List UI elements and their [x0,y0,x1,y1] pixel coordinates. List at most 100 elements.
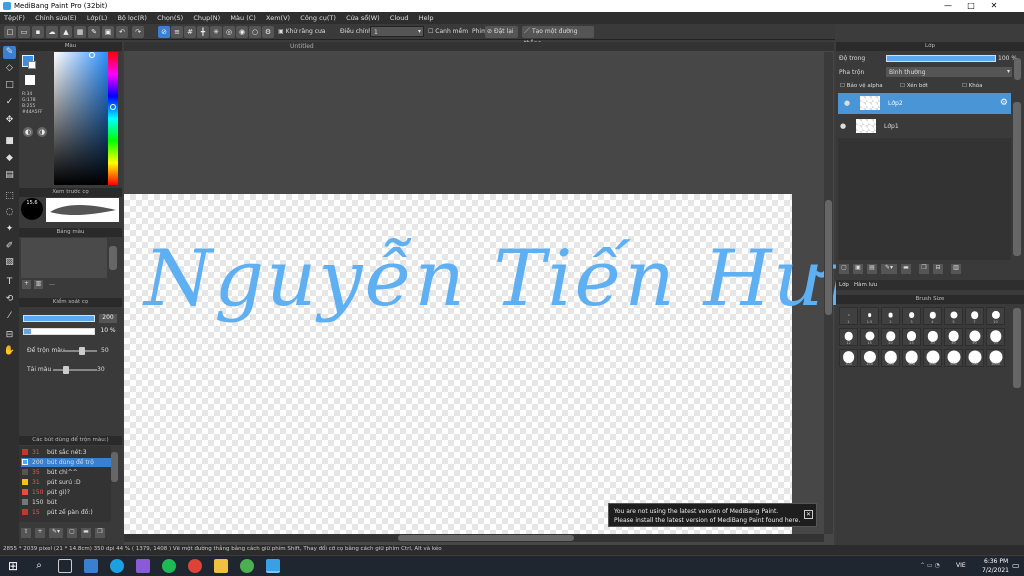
brush-size-option[interactable]: 150 [860,349,879,367]
sv-handle[interactable] [89,52,95,58]
grid-icon[interactable]: ▦ [74,26,86,38]
open-icon[interactable]: ▭ [18,26,30,38]
select-pen-icon[interactable]: ✐ [3,240,16,253]
search-icon[interactable]: ⌕ [32,559,46,573]
brush-size-option[interactable]: 500 [944,349,963,367]
layer-folder-icon[interactable]: ▬ [901,264,911,274]
transparent-swatch[interactable] [25,75,35,85]
brush-size-value[interactable]: 200 [99,314,117,323]
blend-slider-handle[interactable] [79,347,85,355]
lock-checkbox[interactable]: ☐ Khóa [962,83,983,89]
minimize-button[interactable]: — [938,1,958,10]
clock-date[interactable]: 7/2/2021 [982,567,1009,574]
color-options-icon[interactable]: ◑ [37,127,47,137]
brush-size-option[interactable]: 1 [839,307,858,325]
magic-wand-icon[interactable]: ✦ [3,223,16,236]
menu-select[interactable]: Chọn(S) [157,14,183,22]
reset-button[interactable]: ⊘ Đặt lại [485,26,518,38]
edge-icon[interactable] [110,559,124,573]
snap-grid-icon[interactable]: # [184,26,196,38]
brush-size-option[interactable]: 10 [986,307,1005,325]
menu-help[interactable]: Help [419,14,434,22]
color-sv-picker[interactable] [54,52,108,185]
add-color-icon[interactable]: + [22,280,31,289]
brush-size-scrollbar[interactable] [1013,308,1021,388]
create-line-button[interactable]: ／ Tạo một đường thẳng [522,26,594,47]
snap-off-icon[interactable]: ⊘ [158,26,170,38]
app-icon[interactable] [240,559,254,573]
fill-shape-tool-icon[interactable]: ■ [3,135,16,148]
select-rect-icon[interactable]: ⬚ [3,190,16,203]
brush-upload-icon[interactable]: ⇧ [21,528,31,538]
new-8bit-layer-icon[interactable]: ▤ [867,264,877,274]
brush-settings-icon[interactable]: ✎▾ [49,528,63,538]
bucket-tool-icon[interactable]: ◆ [3,152,16,165]
brush-size-option[interactable]: 12 [839,328,858,346]
move-tool-icon[interactable]: ✥ [3,114,16,127]
save-icon[interactable]: ▪ [32,26,44,38]
photo-icon[interactable]: ▣ [102,26,114,38]
menu-edit[interactable]: Chỉnh sửa(E) [35,14,76,22]
eyedropper-icon[interactable]: ⁄ [3,310,16,323]
snap-cross-icon[interactable]: ╋ [197,26,209,38]
correction-select[interactable]: 1 ▾ [370,26,424,37]
delete-layer-icon[interactable]: ▥ [951,264,961,274]
brush-list-scrollbar[interactable] [111,452,118,482]
brush-folder-icon[interactable]: ▬ [81,528,91,538]
eraser-tool-icon[interactable]: ◇ [3,62,16,75]
brush-size-option[interactable]: 1.5 [860,307,879,325]
snap-parallel-icon[interactable]: ≡ [171,26,183,38]
duplicate-layer-icon[interactable]: ❐ [919,264,929,274]
menu-file[interactable]: Tệp(F) [4,14,25,22]
lasso-icon[interactable]: ◌ [3,206,16,219]
layer-opacity-bar[interactable] [886,55,996,62]
close-button[interactable]: ✕ [984,1,1004,10]
palette-area[interactable] [21,238,107,278]
layer-row-selected[interactable]: ● Lớp2 ⚙ [838,93,1011,114]
brush-size-option[interactable]: 20 [881,328,900,346]
language-indicator[interactable]: VIE [956,562,966,569]
brush-size-option[interactable]: 700 [965,349,984,367]
layer-blend-select[interactable]: Bình thường ▾ [886,67,1012,77]
menu-filter[interactable]: Bộ lọc(R) [117,14,146,22]
brush-copy-icon[interactable]: ▢ [67,528,77,538]
menu-tools[interactable]: Công cụ(T) [300,14,336,22]
brush-size-option[interactable]: 15 [860,328,879,346]
snap-radial-icon[interactable]: ✳ [210,26,222,38]
brush-size-option[interactable]: 100 [839,349,858,367]
chrome-icon[interactable] [188,559,202,573]
brush-opacity-bar[interactable] [23,328,95,335]
menu-view[interactable]: Xem(V) [266,14,290,22]
notification-close-icon[interactable]: ✕ [804,510,813,519]
layer-list-scrollbar[interactable] [1013,102,1021,256]
brush-duplicate-icon[interactable]: ❐ [95,528,105,538]
snap-circle-icon[interactable]: ◎ [223,26,235,38]
divide-tool-icon[interactable]: ⊟ [3,329,16,342]
brush-list-item-selected[interactable]: 200 bút dùng để trộ [21,458,118,467]
update-notification[interactable]: You are not using the latest version of … [608,503,817,527]
palette-more-icon[interactable]: … [49,280,55,287]
layer-more-icon[interactable]: ✎▾ [881,264,897,274]
gear-icon[interactable]: ⚙ [1000,98,1008,108]
brush-size-option[interactable]: 3 [902,307,921,325]
tray-icons[interactable]: ⌃ ▭ ◔ [920,562,940,569]
task-view-icon[interactable] [58,559,72,573]
snap-concentric-icon[interactable]: ◉ [236,26,248,38]
brush-size-option[interactable]: 25 [902,328,921,346]
brush-list-item[interactable]: 35 bút chì^^ [21,468,118,477]
brush-size-option[interactable]: 400 [923,349,942,367]
brush-list-item[interactable]: 150 pút gì)? [21,488,118,497]
soft-snap-toggle[interactable]: ☐ Canh mềm [428,28,468,35]
snap-settings-icon[interactable]: ⚙ [262,26,274,38]
visibility-icon[interactable]: ● [844,99,850,107]
brush-list-item[interactable]: 15 pút zế pàn đồ:) [21,508,118,517]
brush-size-option[interactable]: 70 [986,328,1005,346]
tab-layer[interactable]: Lớp [839,282,849,288]
layer-props-scrollbar[interactable] [1014,58,1021,80]
antialias-toggle[interactable]: ▣ Khử răng cưa [278,28,325,35]
dot-tool-icon[interactable]: □ [3,79,16,92]
protect-alpha-checkbox[interactable]: ☐ Bảo vệ alpha [840,83,883,89]
document-canvas[interactable]: Nguyễn Tiến Hưng [124,194,928,534]
cloud-icon[interactable]: ☁ [46,26,58,38]
brush-size-option[interactable]: 30 [923,328,942,346]
